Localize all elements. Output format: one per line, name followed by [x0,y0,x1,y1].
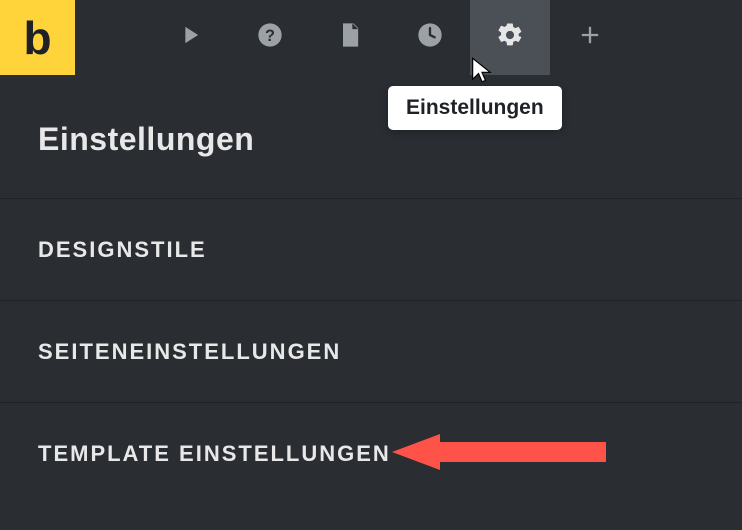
play-button[interactable] [150,0,230,75]
top-toolbar: b ? [0,0,742,75]
plus-icon [576,21,604,54]
app-logo[interactable]: b [0,0,75,75]
menu-item-template-settings[interactable]: Template Einstellungen [0,402,742,504]
menu-item-label: Template Einstellungen [38,441,391,467]
svg-text:?: ? [265,27,275,45]
toolbar-spacer [75,0,150,75]
play-icon [176,21,204,54]
settings-tooltip: Einstellungen [388,86,562,130]
menu-item-label: Designstile [38,237,207,263]
add-button[interactable] [550,0,630,75]
page-title: Einstellungen [38,121,704,158]
help-button[interactable]: ? [230,0,310,75]
menu-item-label: Seiteneinstellungen [38,339,341,365]
page-heading: Einstellungen [0,75,742,198]
menu-item-page-settings[interactable]: Seiteneinstellungen [0,300,742,402]
gear-icon [496,21,524,54]
page-icon [336,21,364,54]
help-icon: ? [256,21,284,54]
settings-button[interactable] [470,0,550,75]
clock-icon [416,21,444,54]
page-button[interactable] [310,0,390,75]
app-logo-letter: b [23,11,51,65]
menu-item-design-styles[interactable]: Designstile [0,198,742,300]
history-button[interactable] [390,0,470,75]
app-root: b ? [0,0,742,530]
tooltip-label: Einstellungen [406,96,544,119]
